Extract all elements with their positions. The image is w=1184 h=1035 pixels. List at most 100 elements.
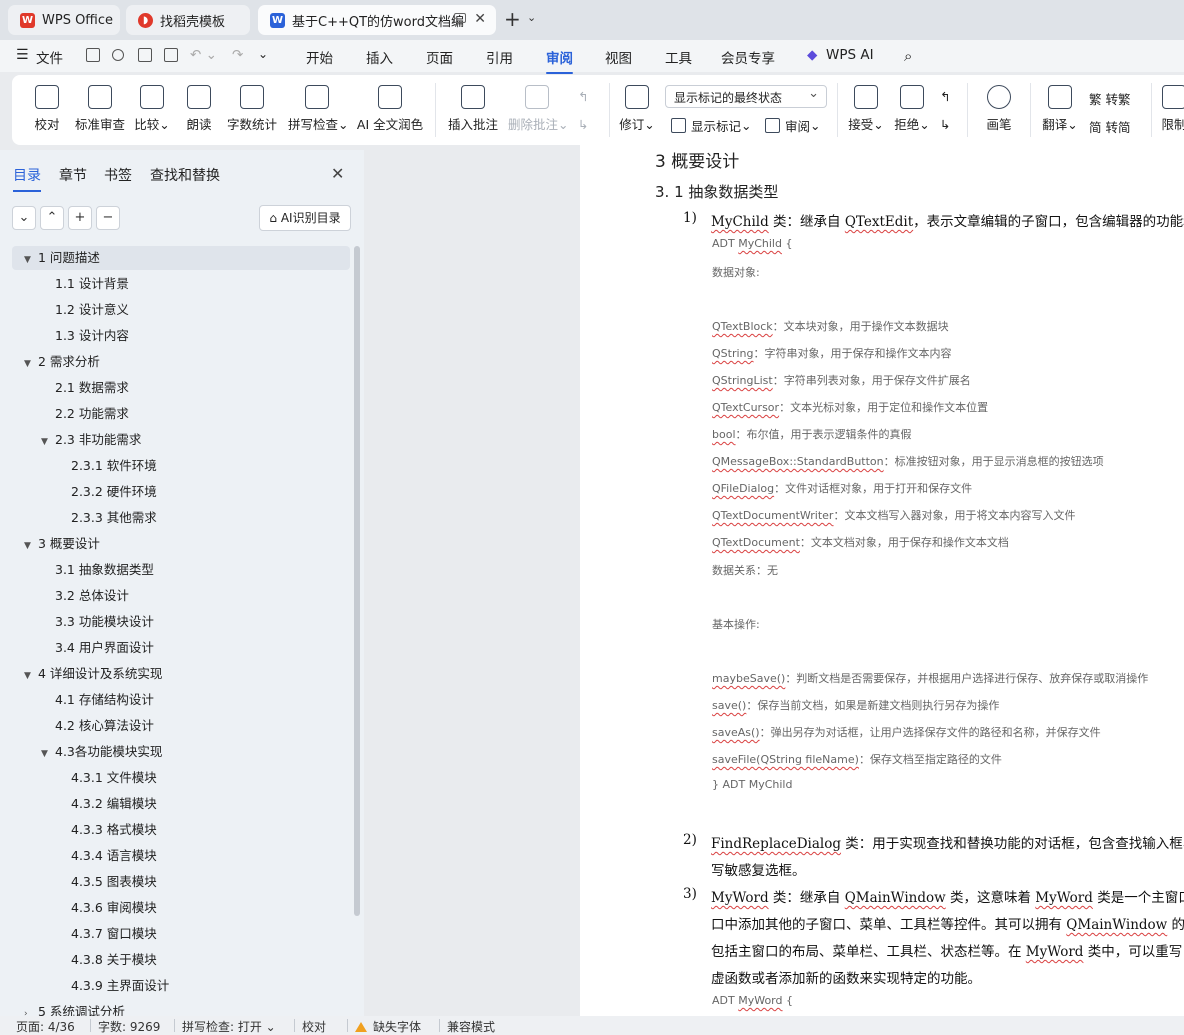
expand-toggle-icon[interactable]: ▼ — [24, 664, 34, 688]
menu-insert[interactable]: 插入 — [366, 47, 393, 67]
markup-mode-select[interactable]: 显示标记的最终状态 — [665, 85, 827, 108]
expand-up-icon[interactable]: ⌃ — [40, 206, 64, 230]
proofread-button[interactable]: 校对 — [32, 75, 62, 145]
read-aloud-button[interactable]: 朗读 — [184, 75, 214, 145]
toc-item[interactable]: 1.3 设计内容 — [55, 324, 129, 348]
remove-heading-icon[interactable]: − — [96, 206, 120, 230]
standard-review-button[interactable]: 标准审查 — [74, 75, 126, 145]
restrict-editing-button[interactable]: 限制 — [1159, 75, 1184, 145]
toc-item[interactable]: 4.2 核心算法设计 — [55, 714, 154, 738]
next-change-icon[interactable]: ↳ — [940, 117, 950, 132]
toc-item[interactable]: 4.3.2 编辑模块 — [71, 792, 157, 816]
menu-home[interactable]: 开始 — [306, 47, 333, 67]
prev-change-icon[interactable]: ↰ — [940, 89, 950, 104]
toc-item[interactable]: 4.3.1 文件模块 — [71, 766, 157, 790]
panel-scrollbar[interactable] — [354, 246, 360, 916]
toc-item[interactable]: 4.3.6 审阅模块 — [71, 896, 157, 920]
toc-item[interactable]: 4.3.9 主界面设计 — [71, 974, 169, 998]
new-tab-icon[interactable]: + — [504, 9, 521, 29]
expand-toggle-icon[interactable]: ▼ — [24, 534, 34, 558]
ai-polish-button[interactable]: AI 全文润色 — [356, 75, 424, 145]
toc-item[interactable]: 2.3.2 硬件环境 — [71, 480, 157, 504]
word-count-button[interactable]: 字数统计 — [226, 75, 278, 145]
menu-references[interactable]: 引用 — [486, 47, 513, 67]
compare-button[interactable]: 比较⌄ — [134, 75, 170, 145]
toc-item[interactable]: ▼ 4.3各功能模块实现 — [41, 740, 162, 764]
print-icon[interactable] — [138, 48, 152, 62]
search-icon[interactable]: ⌕ — [904, 47, 912, 65]
tab-sections[interactable]: 章节 — [59, 165, 87, 185]
monitor-icon[interactable] — [454, 13, 466, 23]
toc-item[interactable]: 3.4 用户界面设计 — [55, 636, 154, 660]
menu-page[interactable]: 页面 — [426, 47, 453, 67]
close-tab-icon[interactable]: ✕ — [474, 11, 486, 27]
menu-file[interactable]: 文件 — [36, 47, 63, 67]
collapse-all-icon[interactable]: ⌄ — [12, 206, 36, 230]
menu-view[interactable]: 视图 — [605, 47, 632, 67]
expand-toggle-icon[interactable]: ▼ — [24, 352, 34, 376]
translate-button[interactable]: 翻译⌄ — [1040, 75, 1080, 145]
reject-button[interactable]: 拒绝⌄ — [892, 75, 932, 145]
toc-item[interactable]: 2.3.3 其他需求 — [71, 506, 157, 530]
toc-item[interactable]: 2.2 功能需求 — [55, 402, 129, 426]
toc-item[interactable]: 4.3.8 关于模块 — [71, 948, 157, 972]
menu-review[interactable]: 审阅 — [546, 47, 573, 74]
to-traditional-button[interactable]: 繁转繁 — [1089, 89, 1131, 108]
pen-button[interactable]: 画笔 — [984, 75, 1014, 145]
review-pane-button[interactable]: 审阅 ⌄ — [765, 116, 821, 135]
track-changes-button[interactable]: 修订⌄ — [618, 75, 656, 145]
toc-item[interactable]: ▼ 2.3 非功能需求 — [41, 428, 141, 452]
prev-comment-icon[interactable]: ↰ — [578, 89, 588, 104]
toc-item[interactable]: 4.3.4 语言模块 — [71, 844, 157, 868]
expand-toggle-icon[interactable]: ▼ — [41, 742, 51, 766]
page-indicator[interactable]: 页面: 4/36 — [16, 1018, 75, 1035]
quick-access-more-icon[interactable]: ⌄ — [258, 47, 268, 61]
proofread-indicator[interactable]: 校对 — [293, 1018, 326, 1035]
redo-icon[interactable]: ↷ — [232, 47, 243, 63]
add-heading-icon[interactable]: + — [68, 206, 92, 230]
toc-item[interactable]: 4.3.5 图表模块 — [71, 870, 157, 894]
toc-item[interactable]: 3.2 总体设计 — [55, 584, 129, 608]
tab-wps-office[interactable]: W WPS Office — [8, 5, 120, 35]
tab-find-replace[interactable]: 查找和替换 — [150, 165, 220, 185]
undo-icon[interactable]: ↶ ⌄ — [190, 47, 217, 63]
toc-item[interactable]: ▼ 3 概要设计 — [12, 532, 350, 556]
tab-current-document[interactable]: W 基于C++QT的仿word文档编 ✕ — [258, 5, 496, 35]
expand-toggle-icon[interactable]: ▼ — [41, 430, 51, 454]
accept-button[interactable]: 接受⌄ — [846, 75, 886, 145]
toc-item[interactable]: 2.1 数据需求 — [55, 376, 129, 400]
toc-item[interactable]: 3.1 抽象数据类型 — [55, 558, 154, 582]
print-preview-icon[interactable] — [164, 48, 178, 62]
ai-toc-button[interactable]: ⌂ AI识别目录 — [259, 205, 351, 231]
show-markup-button[interactable]: 显示标记 ⌄ — [671, 116, 752, 135]
menu-tools[interactable]: 工具 — [665, 47, 692, 67]
toc-item[interactable]: ▼ 2 需求分析 — [12, 350, 350, 374]
delete-comment-button[interactable]: 删除批注⌄ — [508, 75, 569, 145]
spell-check-button[interactable]: 拼写检查⌄ — [288, 75, 349, 145]
save-icon[interactable] — [86, 48, 100, 62]
toc-item[interactable]: 1.2 设计意义 — [55, 298, 129, 322]
toc-item[interactable]: 3.3 功能模块设计 — [55, 610, 154, 634]
chevron-down-icon[interactable]: ⌄ — [527, 11, 536, 24]
toc-item[interactable]: 4.1 存储结构设计 — [55, 688, 154, 712]
close-panel-icon[interactable]: ✕ — [331, 164, 344, 183]
spell-check-indicator[interactable]: 拼写检查: 打开 ⌄ — [174, 1018, 276, 1035]
to-simplified-button[interactable]: 简转简 — [1089, 117, 1131, 136]
expand-toggle-icon[interactable]: ▼ — [24, 248, 34, 272]
tab-toc[interactable]: 目录 — [13, 165, 41, 192]
toc-item[interactable]: 1.1 设计背景 — [55, 272, 129, 296]
document-page[interactable]: 3 概要设计 3. 1 抽象数据类型 1) MyChild 类：继承自 QTex… — [580, 145, 1184, 1016]
menu-member[interactable]: 会员专享 — [721, 47, 775, 67]
menu-wps-ai[interactable]: WPS AI — [826, 47, 874, 63]
toc-item[interactable]: 4.3.7 窗口模块 — [71, 922, 157, 946]
next-comment-icon[interactable]: ↳ — [578, 117, 588, 132]
tab-docer-templates[interactable]: ◗ 找稻壳模板 — [126, 5, 250, 35]
tab-bookmarks[interactable]: 书签 — [104, 165, 132, 185]
toc-item[interactable]: ▼ 4 详细设计及系统实现 — [12, 662, 350, 686]
toc-item[interactable]: 4.3.3 格式模块 — [71, 818, 157, 842]
insert-comment-button[interactable]: 插入批注 — [448, 75, 498, 145]
toc-item[interactable]: 2.3.1 软件环境 — [71, 454, 157, 478]
export-icon[interactable] — [112, 49, 124, 61]
missing-font-indicator[interactable]: 缺失字体 — [346, 1018, 421, 1035]
word-count-indicator[interactable]: 字数: 9269 — [89, 1018, 160, 1035]
